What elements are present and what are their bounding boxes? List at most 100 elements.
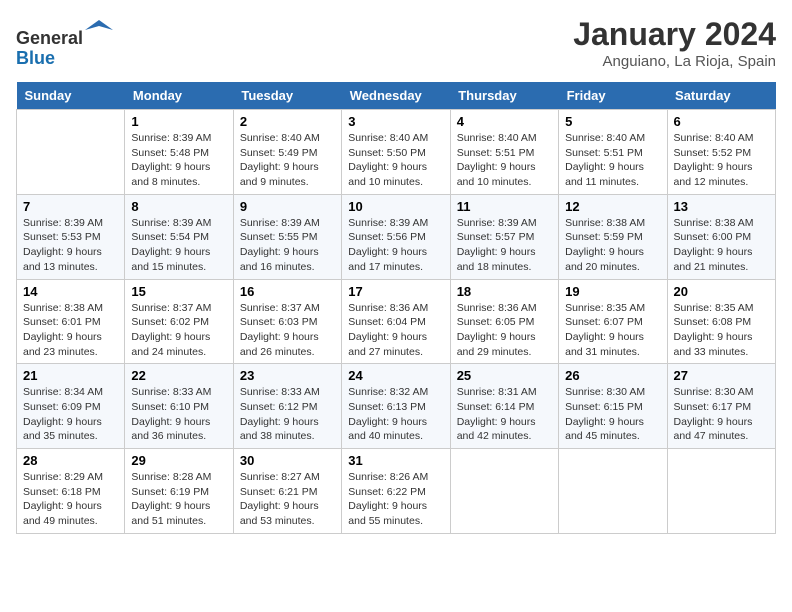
day-number: 4 bbox=[457, 114, 552, 129]
calendar-day-cell: 24 Sunrise: 8:32 AM Sunset: 6:13 PM Dayli… bbox=[342, 364, 450, 449]
weekday-header-cell: Sunday bbox=[17, 82, 125, 110]
calendar-day-cell: 27Sunrise: 8:30 AM Sunset: 6:17 PM Dayli… bbox=[667, 364, 775, 449]
day-detail: Sunrise: 8:38 AM Sunset: 6:01 PM Dayligh… bbox=[23, 301, 118, 360]
day-number: 28 bbox=[23, 453, 118, 468]
calendar-week-row: 7 Sunrise: 8:39 AM Sunset: 5:53 PM Daylig… bbox=[17, 194, 776, 279]
calendar-week-row: 28 Sunrise: 8:29 AM Sunset: 6:18 PM Dayli… bbox=[17, 449, 776, 534]
calendar-day-cell: 21Sunrise: 8:34 AM Sunset: 6:09 PM Dayli… bbox=[17, 364, 125, 449]
day-number: 5 bbox=[565, 114, 660, 129]
calendar-week-row: 21Sunrise: 8:34 AM Sunset: 6:09 PM Dayli… bbox=[17, 364, 776, 449]
calendar-day-cell: 6 Sunrise: 8:40 AM Sunset: 5:52 PM Daylig… bbox=[667, 110, 775, 195]
day-detail: Sunrise: 8:39 AM Sunset: 5:55 PM Dayligh… bbox=[240, 216, 335, 275]
month-year-title: January 2024 bbox=[573, 16, 776, 53]
day-detail: Sunrise: 8:36 AM Sunset: 6:05 PM Dayligh… bbox=[457, 301, 552, 360]
calendar-day-cell: 22 Sunrise: 8:33 AM Sunset: 6:10 PM Dayli… bbox=[125, 364, 233, 449]
calendar-day-cell: 1 Sunrise: 8:39 AM Sunset: 5:48 PM Daylig… bbox=[125, 110, 233, 195]
day-number: 30 bbox=[240, 453, 335, 468]
day-number: 6 bbox=[674, 114, 769, 129]
day-detail: Sunrise: 8:38 AM Sunset: 6:00 PM Dayligh… bbox=[674, 216, 769, 275]
day-detail: Sunrise: 8:36 AM Sunset: 6:04 PM Dayligh… bbox=[348, 301, 443, 360]
day-number: 14 bbox=[23, 284, 118, 299]
calendar-day-cell: 29Sunrise: 8:28 AM Sunset: 6:19 PM Dayli… bbox=[125, 449, 233, 534]
logo: General Blue bbox=[16, 16, 113, 69]
day-detail: Sunrise: 8:37 AM Sunset: 6:03 PM Dayligh… bbox=[240, 301, 335, 360]
calendar-week-row: 14 Sunrise: 8:38 AM Sunset: 6:01 PM Dayli… bbox=[17, 279, 776, 364]
day-number: 15 bbox=[131, 284, 226, 299]
page-header: General Blue January 2024 Anguiano, La R… bbox=[16, 16, 776, 70]
day-detail: Sunrise: 8:39 AM Sunset: 5:56 PM Dayligh… bbox=[348, 216, 443, 275]
day-detail: Sunrise: 8:30 AM Sunset: 6:15 PM Dayligh… bbox=[565, 385, 660, 444]
calendar-day-cell: 8 Sunrise: 8:39 AM Sunset: 5:54 PM Daylig… bbox=[125, 194, 233, 279]
day-detail: Sunrise: 8:27 AM Sunset: 6:21 PM Dayligh… bbox=[240, 470, 335, 529]
calendar-day-cell: 31Sunrise: 8:26 AM Sunset: 6:22 PM Dayli… bbox=[342, 449, 450, 534]
calendar-day-cell: 5 Sunrise: 8:40 AM Sunset: 5:51 PM Daylig… bbox=[559, 110, 667, 195]
day-number: 25 bbox=[457, 368, 552, 383]
calendar-day-cell: 25 Sunrise: 8:31 AM Sunset: 6:14 PM Dayli… bbox=[450, 364, 558, 449]
day-number: 22 bbox=[131, 368, 226, 383]
day-number: 8 bbox=[131, 199, 226, 214]
calendar-day-cell bbox=[559, 449, 667, 534]
weekday-header-cell: Friday bbox=[559, 82, 667, 110]
day-detail: Sunrise: 8:32 AM Sunset: 6:13 PM Dayligh… bbox=[348, 385, 443, 444]
calendar-day-cell: 11Sunrise: 8:39 AM Sunset: 5:57 PM Dayli… bbox=[450, 194, 558, 279]
day-number: 12 bbox=[565, 199, 660, 214]
day-number: 10 bbox=[348, 199, 443, 214]
day-detail: Sunrise: 8:40 AM Sunset: 5:51 PM Dayligh… bbox=[565, 131, 660, 190]
day-detail: Sunrise: 8:30 AM Sunset: 6:17 PM Dayligh… bbox=[674, 385, 769, 444]
day-number: 19 bbox=[565, 284, 660, 299]
day-detail: Sunrise: 8:33 AM Sunset: 6:10 PM Dayligh… bbox=[131, 385, 226, 444]
day-detail: Sunrise: 8:39 AM Sunset: 5:53 PM Dayligh… bbox=[23, 216, 118, 275]
calendar-day-cell: 12 Sunrise: 8:38 AM Sunset: 5:59 PM Dayli… bbox=[559, 194, 667, 279]
calendar-day-cell: 9 Sunrise: 8:39 AM Sunset: 5:55 PM Daylig… bbox=[233, 194, 341, 279]
logo-general: General bbox=[16, 28, 83, 48]
day-number: 2 bbox=[240, 114, 335, 129]
calendar-day-cell: 30 Sunrise: 8:27 AM Sunset: 6:21 PM Dayli… bbox=[233, 449, 341, 534]
day-number: 18 bbox=[457, 284, 552, 299]
day-number: 23 bbox=[240, 368, 335, 383]
calendar-table: SundayMondayTuesdayWednesdayThursdayFrid… bbox=[16, 82, 776, 534]
day-number: 16 bbox=[240, 284, 335, 299]
weekday-header-cell: Saturday bbox=[667, 82, 775, 110]
calendar-day-cell: 16 Sunrise: 8:37 AM Sunset: 6:03 PM Dayli… bbox=[233, 279, 341, 364]
day-number: 11 bbox=[457, 199, 552, 214]
day-number: 9 bbox=[240, 199, 335, 214]
location-subtitle: Anguiano, La Rioja, Spain bbox=[573, 53, 776, 70]
logo-blue: Blue bbox=[16, 48, 55, 68]
day-number: 3 bbox=[348, 114, 443, 129]
day-detail: Sunrise: 8:40 AM Sunset: 5:51 PM Dayligh… bbox=[457, 131, 552, 190]
calendar-day-cell bbox=[667, 449, 775, 534]
calendar-day-cell: 15 Sunrise: 8:37 AM Sunset: 6:02 PM Dayli… bbox=[125, 279, 233, 364]
day-number: 7 bbox=[23, 199, 118, 214]
day-detail: Sunrise: 8:40 AM Sunset: 5:52 PM Dayligh… bbox=[674, 131, 769, 190]
calendar-day-cell: 7 Sunrise: 8:39 AM Sunset: 5:53 PM Daylig… bbox=[17, 194, 125, 279]
day-detail: Sunrise: 8:39 AM Sunset: 5:54 PM Dayligh… bbox=[131, 216, 226, 275]
title-area: January 2024 Anguiano, La Rioja, Spain bbox=[573, 16, 776, 70]
day-number: 24 bbox=[348, 368, 443, 383]
day-number: 13 bbox=[674, 199, 769, 214]
day-detail: Sunrise: 8:29 AM Sunset: 6:18 PM Dayligh… bbox=[23, 470, 118, 529]
calendar-day-cell: 3 Sunrise: 8:40 AM Sunset: 5:50 PM Daylig… bbox=[342, 110, 450, 195]
calendar-day-cell: 20 Sunrise: 8:35 AM Sunset: 6:08 PM Dayli… bbox=[667, 279, 775, 364]
day-detail: Sunrise: 8:39 AM Sunset: 5:48 PM Dayligh… bbox=[131, 131, 226, 190]
day-detail: Sunrise: 8:38 AM Sunset: 5:59 PM Dayligh… bbox=[565, 216, 660, 275]
calendar-day-cell: 2Sunrise: 8:40 AM Sunset: 5:49 PM Daylig… bbox=[233, 110, 341, 195]
day-detail: Sunrise: 8:40 AM Sunset: 5:50 PM Dayligh… bbox=[348, 131, 443, 190]
day-detail: Sunrise: 8:37 AM Sunset: 6:02 PM Dayligh… bbox=[131, 301, 226, 360]
calendar-day-cell: 10 Sunrise: 8:39 AM Sunset: 5:56 PM Dayli… bbox=[342, 194, 450, 279]
day-number: 20 bbox=[674, 284, 769, 299]
day-number: 26 bbox=[565, 368, 660, 383]
day-detail: Sunrise: 8:28 AM Sunset: 6:19 PM Dayligh… bbox=[131, 470, 226, 529]
calendar-week-row: 1 Sunrise: 8:39 AM Sunset: 5:48 PM Daylig… bbox=[17, 110, 776, 195]
calendar-day-cell: 17Sunrise: 8:36 AM Sunset: 6:04 PM Dayli… bbox=[342, 279, 450, 364]
day-detail: Sunrise: 8:35 AM Sunset: 6:08 PM Dayligh… bbox=[674, 301, 769, 360]
day-number: 1 bbox=[131, 114, 226, 129]
day-detail: Sunrise: 8:31 AM Sunset: 6:14 PM Dayligh… bbox=[457, 385, 552, 444]
calendar-day-cell: 4 Sunrise: 8:40 AM Sunset: 5:51 PM Daylig… bbox=[450, 110, 558, 195]
weekday-header-cell: Thursday bbox=[450, 82, 558, 110]
calendar-day-cell: 18 Sunrise: 8:36 AM Sunset: 6:05 PM Dayli… bbox=[450, 279, 558, 364]
calendar-day-cell: 28 Sunrise: 8:29 AM Sunset: 6:18 PM Dayli… bbox=[17, 449, 125, 534]
calendar-day-cell bbox=[450, 449, 558, 534]
calendar-day-cell: 23 Sunrise: 8:33 AM Sunset: 6:12 PM Dayli… bbox=[233, 364, 341, 449]
weekday-header-cell: Monday bbox=[125, 82, 233, 110]
day-detail: Sunrise: 8:33 AM Sunset: 6:12 PM Dayligh… bbox=[240, 385, 335, 444]
